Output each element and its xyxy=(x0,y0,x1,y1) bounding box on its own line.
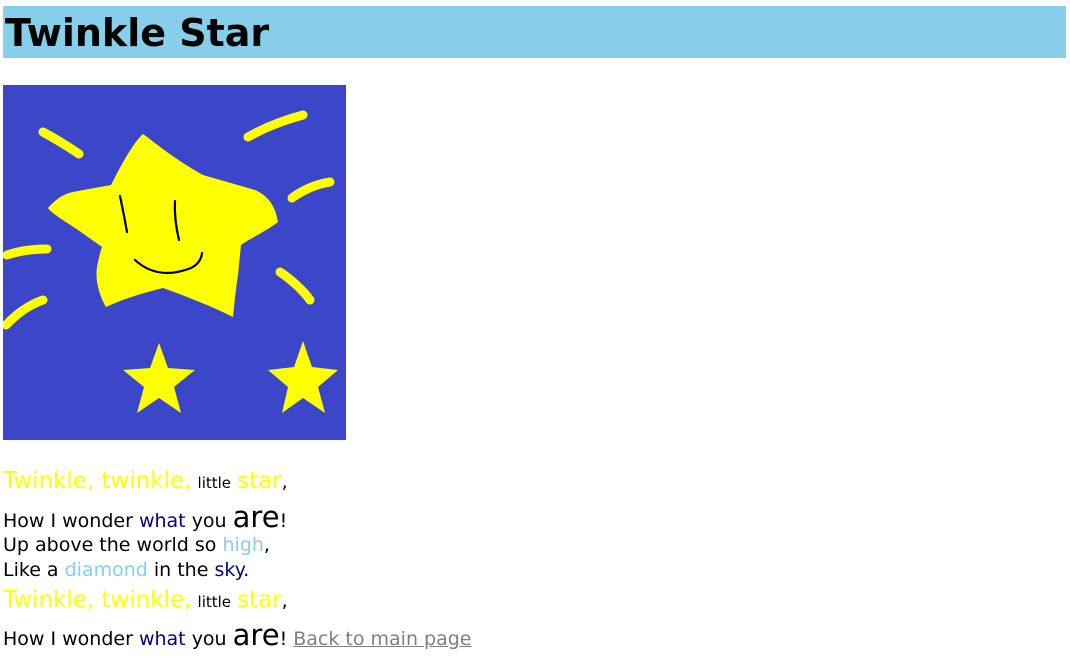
poem-punctuation: ! xyxy=(279,510,288,532)
poem-word: little xyxy=(197,593,232,611)
poem-word: sky xyxy=(214,559,244,581)
poem: Twinkle, twinkle, little star, How I won… xyxy=(3,464,1063,652)
poem-word: How I wonder xyxy=(3,510,133,532)
back-to-main-link[interactable]: Back to main page xyxy=(293,628,471,650)
poem-word: diamond xyxy=(64,559,148,581)
poem-word: in the xyxy=(153,559,209,581)
poem-word: what xyxy=(138,628,186,650)
poem-word: what xyxy=(138,510,186,532)
poem-word: you xyxy=(191,510,227,532)
poem-word: Like a xyxy=(3,559,59,581)
poem-line-1: Twinkle, twinkle, little star, xyxy=(3,464,1063,499)
poem-word: are xyxy=(232,618,280,652)
star-illustration xyxy=(3,85,346,440)
poem-word: Up above the world so xyxy=(3,534,217,556)
page-title: Twinkle Star xyxy=(5,11,270,55)
poem-line-2: How I wonder what you are! xyxy=(3,499,1063,534)
poem-punctuation: , xyxy=(281,471,288,493)
poem-word: star xyxy=(237,587,282,613)
poem-word: are xyxy=(232,500,280,534)
poem-word: star xyxy=(237,468,282,494)
poem-word: Twinkle, twinkle, xyxy=(3,468,192,494)
page: Twinkle Star Twinkle, twinkle, little st… xyxy=(0,0,1070,665)
poem-punctuation: ! xyxy=(279,628,288,650)
header-bar: Twinkle Star xyxy=(3,6,1066,58)
poem-word: How I wonder xyxy=(3,628,133,650)
poem-line-4: Like a diamond in the sky. xyxy=(3,558,1063,585)
poem-line-6: How I wonder what you are! Back to main … xyxy=(3,615,1063,652)
poem-word: Twinkle, twinkle, xyxy=(3,587,192,613)
poem-word: you xyxy=(191,628,227,650)
poem-punctuation: , xyxy=(281,590,288,612)
poem-line-5: Twinkle, twinkle, little star, xyxy=(3,585,1063,615)
poem-line-3: Up above the world so high, xyxy=(3,532,1063,558)
poem-word: little xyxy=(197,474,232,492)
poem-punctuation: , xyxy=(263,534,270,556)
poem-punctuation: . xyxy=(243,559,250,581)
poem-word: high xyxy=(222,534,264,556)
